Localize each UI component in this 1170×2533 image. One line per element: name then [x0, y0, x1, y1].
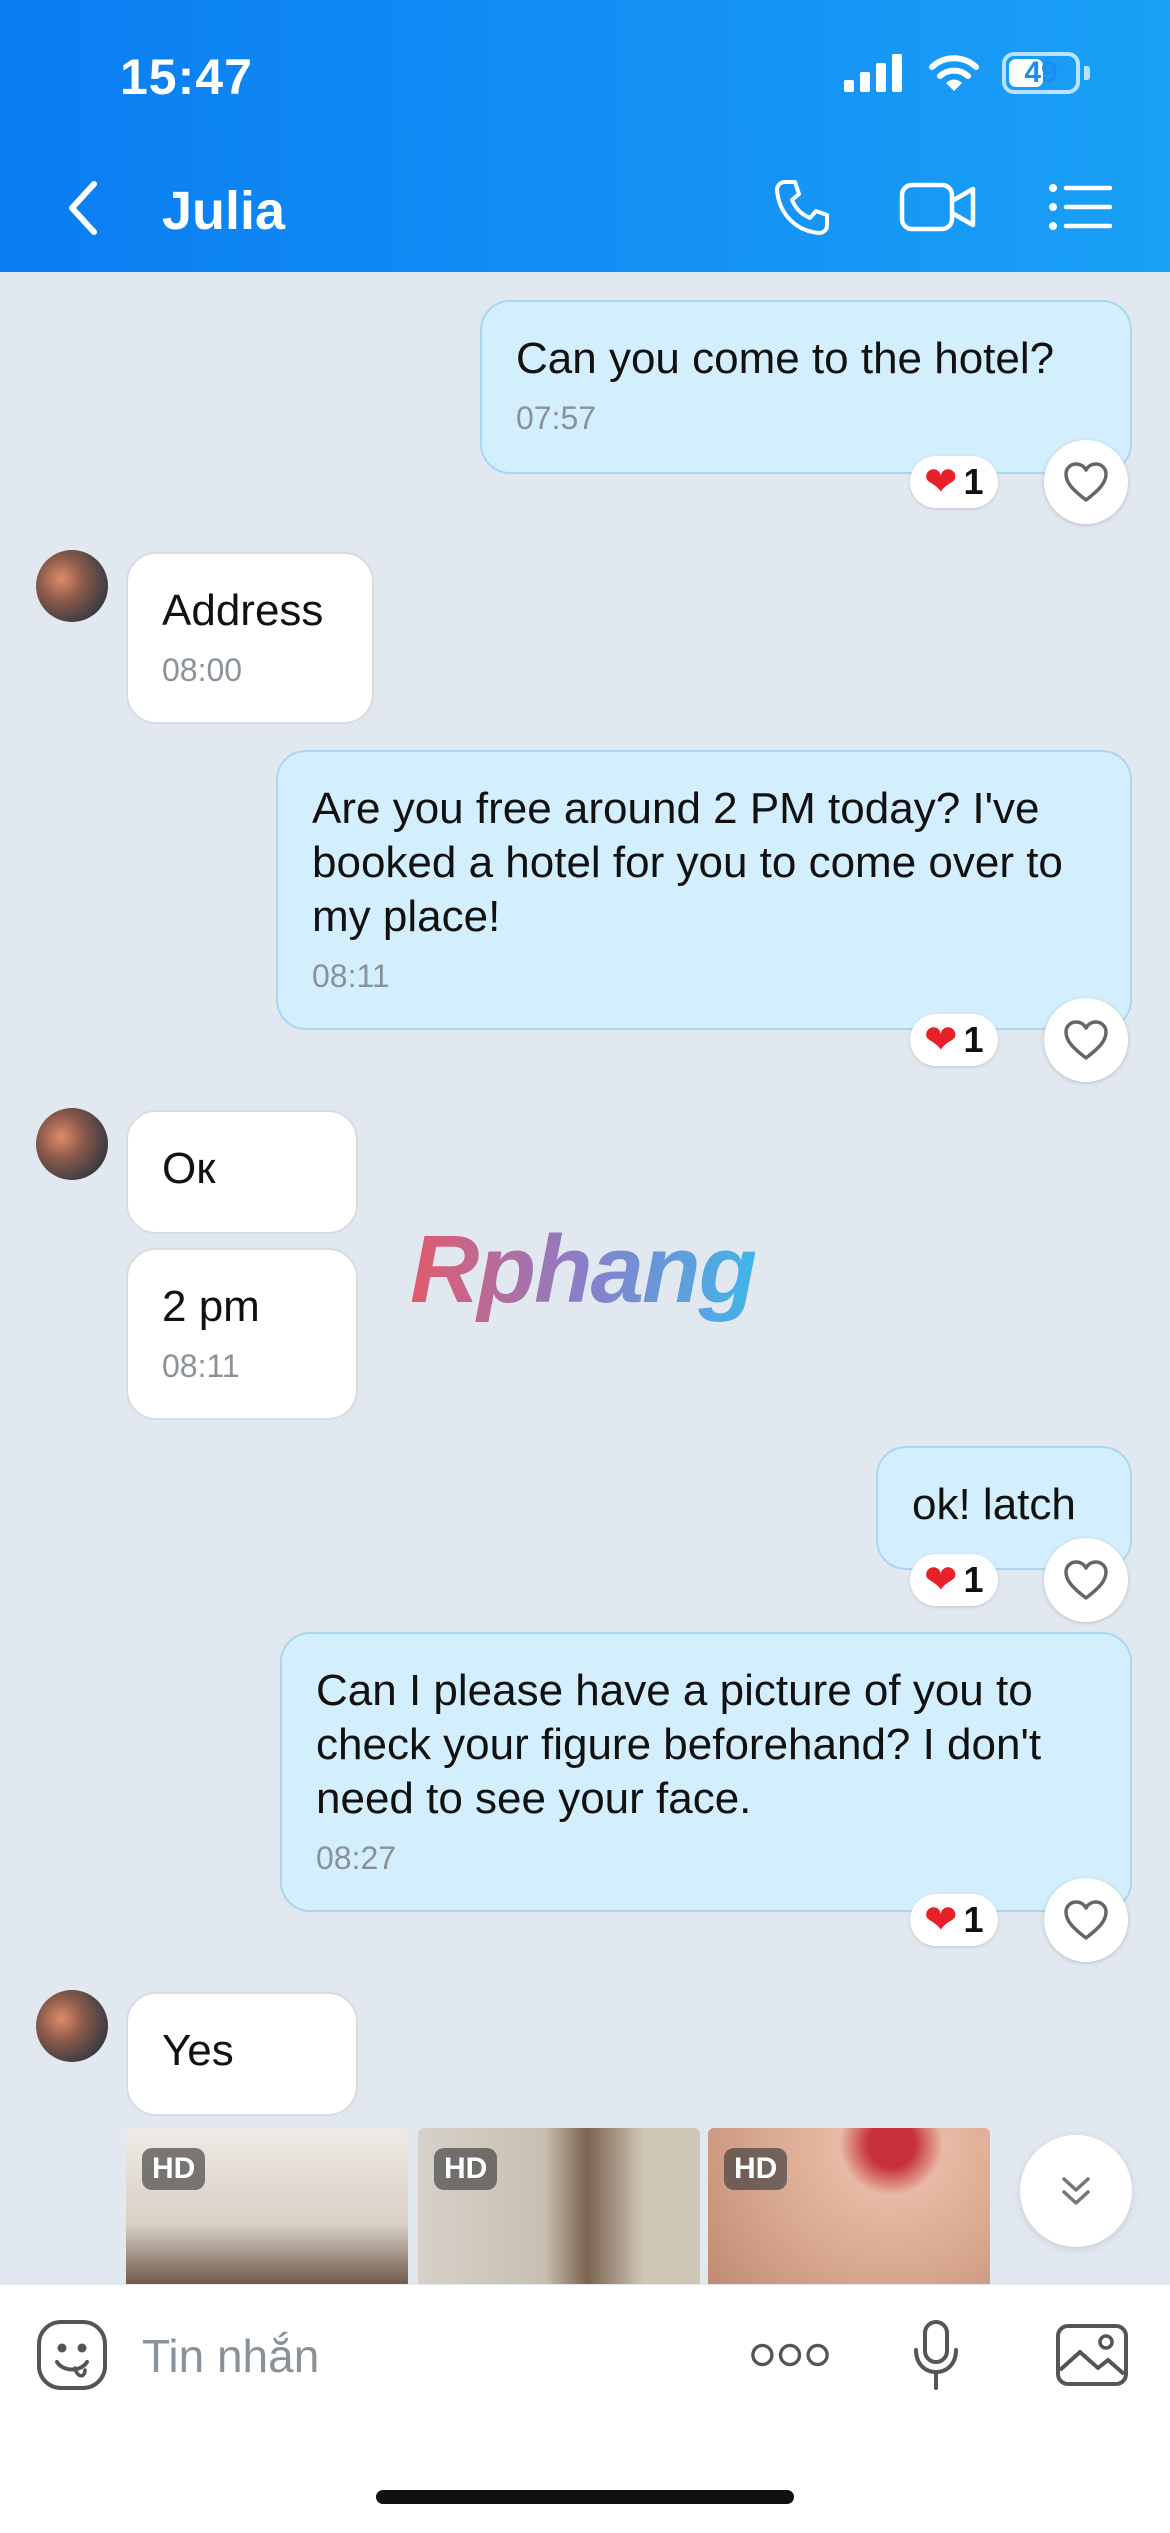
message-text: Yes	[162, 2026, 234, 2075]
message-text: ok! latch	[912, 1480, 1076, 1529]
heart-outline-icon	[1064, 1020, 1108, 1060]
heart-outline-icon	[1064, 1900, 1108, 1940]
battery-level: 49	[1024, 56, 1058, 89]
heart-outline-icon	[1064, 462, 1108, 502]
menu-list-icon	[1049, 184, 1112, 230]
heart-icon: ❤	[924, 460, 958, 504]
heart-icon: ❤	[924, 1898, 958, 1942]
message-bubble-incoming[interactable]: Ок	[126, 1110, 358, 1234]
reaction-badge[interactable]: ❤ 1	[910, 1554, 998, 1606]
message-time: 08:00	[162, 652, 243, 688]
message-input[interactable]: Tin nhắn	[142, 2329, 319, 2383]
sticker-icon	[37, 2320, 107, 2390]
heart-icon: ❤	[924, 1558, 958, 1602]
gallery-button[interactable]	[1052, 2315, 1132, 2395]
hd-badge: HD	[434, 2148, 498, 2190]
photo-thumbnail[interactable]: HD	[708, 2128, 990, 2288]
contact-name[interactable]: Julia	[162, 180, 285, 242]
status-icons: 49	[844, 52, 1090, 94]
video-call-button[interactable]	[898, 172, 978, 242]
avatar[interactable]	[36, 550, 108, 622]
message-bubble-incoming[interactable]: 2 pm 08:11	[126, 1248, 358, 1420]
status-time: 15:47	[120, 49, 253, 105]
like-button[interactable]	[1044, 1878, 1128, 1962]
watermark: Rphang	[410, 1216, 757, 1323]
message-bubble-outgoing[interactable]: Can I please have a picture of you to ch…	[280, 1632, 1132, 1912]
message-text: 2 pm	[162, 1282, 260, 1331]
like-button[interactable]	[1044, 998, 1128, 1082]
more-button[interactable]	[750, 2315, 830, 2395]
avatar[interactable]	[36, 1108, 108, 1180]
message-time: 07:57	[516, 400, 597, 436]
more-icon	[751, 2343, 829, 2367]
message-text: Address	[162, 586, 324, 635]
chat-header: 15:47 49 Julia	[0, 0, 1170, 272]
message-text: Can I please have a picture of you to ch…	[316, 1666, 1042, 1823]
message-time: 08:11	[162, 1348, 240, 1384]
message-bubble-incoming[interactable]: Yes	[126, 1992, 358, 2116]
back-icon[interactable]	[60, 178, 110, 238]
message-bubble-outgoing[interactable]: Can you come to the hotel? 07:57	[480, 300, 1132, 474]
voice-message-button[interactable]	[896, 2315, 976, 2395]
like-button[interactable]	[1044, 440, 1128, 524]
message-bubble-incoming[interactable]: Address 08:00	[126, 552, 374, 724]
battery-indicator: 49	[1002, 52, 1080, 94]
sticker-button[interactable]	[32, 2315, 112, 2395]
video-call-icon	[899, 182, 976, 232]
photo-thumbnail[interactable]: HD	[126, 2128, 408, 2288]
hd-badge: HD	[142, 2148, 206, 2190]
avatar[interactable]	[36, 1990, 108, 2062]
chevron-down-icon	[1062, 2177, 1090, 2205]
signal-icon	[844, 54, 902, 92]
reaction-count: 1	[963, 461, 984, 502]
message-text: Ок	[162, 1144, 216, 1193]
heart-icon: ❤	[924, 1018, 958, 1062]
reaction-count: 1	[963, 1899, 984, 1940]
wifi-icon	[929, 55, 979, 91]
message-text: Can you come to the hotel?	[516, 334, 1055, 383]
reaction-badge[interactable]: ❤ 1	[910, 1014, 998, 1066]
call-button[interactable]	[762, 172, 842, 242]
message-bubble-outgoing[interactable]: Are you free around 2 PM today? I've boo…	[276, 750, 1132, 1030]
phone-icon	[775, 180, 829, 235]
image-icon	[1056, 2324, 1128, 2386]
home-indicator	[376, 2490, 794, 2504]
reaction-count: 1	[963, 1559, 984, 1600]
hd-badge: HD	[724, 2148, 788, 2190]
scroll-to-bottom-button[interactable]	[1020, 2135, 1132, 2247]
heart-outline-icon	[1064, 1560, 1108, 1600]
chat-options-button[interactable]	[1040, 172, 1120, 242]
message-time: 08:11	[312, 958, 390, 994]
message-time: 08:27	[316, 1840, 397, 1876]
message-text: Are you free around 2 PM today? I've boo…	[312, 784, 1063, 941]
like-button[interactable]	[1044, 1538, 1128, 1622]
reaction-count: 1	[963, 1019, 984, 1060]
microphone-icon	[914, 2320, 958, 2390]
photo-thumbnail[interactable]: HD	[418, 2128, 700, 2288]
reaction-badge[interactable]: ❤ 1	[910, 456, 998, 508]
reaction-badge[interactable]: ❤ 1	[910, 1894, 998, 1946]
